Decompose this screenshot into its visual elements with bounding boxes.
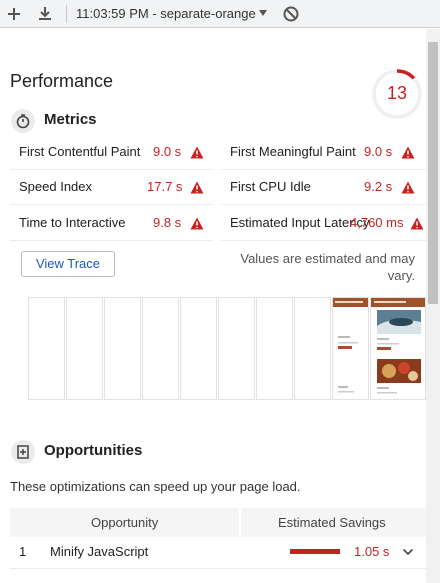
metric-time-to-interactive: Time to Interactive 9.8 s	[10, 206, 213, 241]
metric-label: First Contentful Paint	[19, 144, 141, 159]
metrics-title: Metrics	[44, 111, 97, 128]
metric-speed-index: Speed Index 17.7 s	[10, 170, 213, 205]
metric-value: 4,760 ms	[350, 215, 404, 230]
filmstrip-frame	[142, 297, 179, 400]
metric-label: Estimated Input Latency	[230, 215, 370, 230]
filmstrip-frame	[66, 297, 103, 400]
metric-label: First CPU Idle	[230, 179, 311, 194]
warning-icon	[190, 217, 204, 230]
performance-score: 13	[386, 83, 408, 103]
metric-value: 9.0 s	[364, 144, 393, 159]
metric-first-meaningful-paint: First Meaningful Paint 9.0 s	[221, 135, 426, 170]
page-thumbnail	[371, 298, 425, 394]
metrics-section-icon	[11, 109, 35, 133]
chevron-down-icon[interactable]	[402, 547, 414, 557]
plus-icon[interactable]	[4, 4, 24, 24]
column-divider	[239, 508, 241, 537]
warning-icon	[190, 181, 204, 194]
savings-bar	[290, 549, 340, 554]
warning-icon	[401, 146, 415, 159]
opportunities-section-icon	[11, 440, 35, 464]
devtools-toolbar: 11:03:59 PM - separate-orange	[0, 0, 440, 28]
metric-value: 9.2 s	[364, 179, 393, 194]
filmstrip-frame	[294, 297, 331, 400]
opportunities-description: These optimizations can speed up your pa…	[10, 479, 301, 494]
opportunity-name: Minify JavaScript	[50, 544, 149, 559]
metric-first-cpu-idle: First CPU Idle 9.2 s	[221, 170, 426, 205]
filmstrip-frame	[256, 297, 293, 400]
filmstrip-frame	[218, 297, 255, 400]
metric-label: First Meaningful Paint	[230, 144, 356, 159]
opportunity-index: 1	[19, 544, 27, 559]
toolbar-separator	[66, 5, 67, 23]
filmstrip-frame	[370, 297, 426, 400]
page-thumbnail	[333, 298, 368, 393]
metric-label: Time to Interactive	[19, 215, 126, 230]
metric-value: 9.0 s	[153, 144, 182, 159]
metric-value: 9.8 s	[153, 215, 182, 230]
scrollbar-thumb[interactable]	[428, 42, 438, 304]
warning-icon	[401, 181, 415, 194]
filmstrip-frame	[332, 297, 369, 400]
scrollbar[interactable]	[426, 29, 440, 583]
savings-value: 1.05 s	[354, 544, 390, 559]
performance-title: Performance	[10, 71, 114, 91]
filmstrip-frame	[104, 297, 141, 400]
view-trace-button[interactable]: View Trace	[21, 251, 115, 277]
estimate-note: Values are estimated and may vary.	[240, 251, 415, 283]
report-selector[interactable]: 11:03:59 PM - separate-orange	[76, 6, 258, 22]
metric-first-contentful-paint: First Contentful Paint 9.0 s	[10, 135, 213, 170]
metric-estimated-input-latency: Estimated Input Latency 4,760 ms	[221, 206, 426, 241]
opportunities-table-header: Opportunity Estimated Savings	[10, 508, 426, 537]
metric-value: 17.7 s	[147, 179, 183, 194]
block-icon[interactable]	[281, 4, 301, 24]
column-opportunity: Opportunity	[91, 515, 159, 530]
filmstrip-frame	[28, 297, 65, 400]
report-content: Performance 13 Metrics First Contentful …	[0, 29, 426, 583]
metric-label: Speed Index	[19, 179, 93, 194]
caret-down-icon[interactable]	[258, 8, 268, 18]
opportunities-title: Opportunities	[44, 442, 143, 459]
filmstrip	[28, 297, 426, 401]
column-estimated-savings: Estimated Savings	[278, 515, 386, 530]
download-icon[interactable]	[35, 4, 55, 24]
stopwatch-icon	[16, 114, 30, 129]
opportunity-icon	[17, 445, 29, 459]
opportunity-row[interactable]: 1 Minify JavaScript 1.05 s	[10, 537, 426, 569]
filmstrip-frame	[180, 297, 217, 400]
warning-icon	[190, 146, 204, 159]
warning-icon	[410, 217, 424, 230]
